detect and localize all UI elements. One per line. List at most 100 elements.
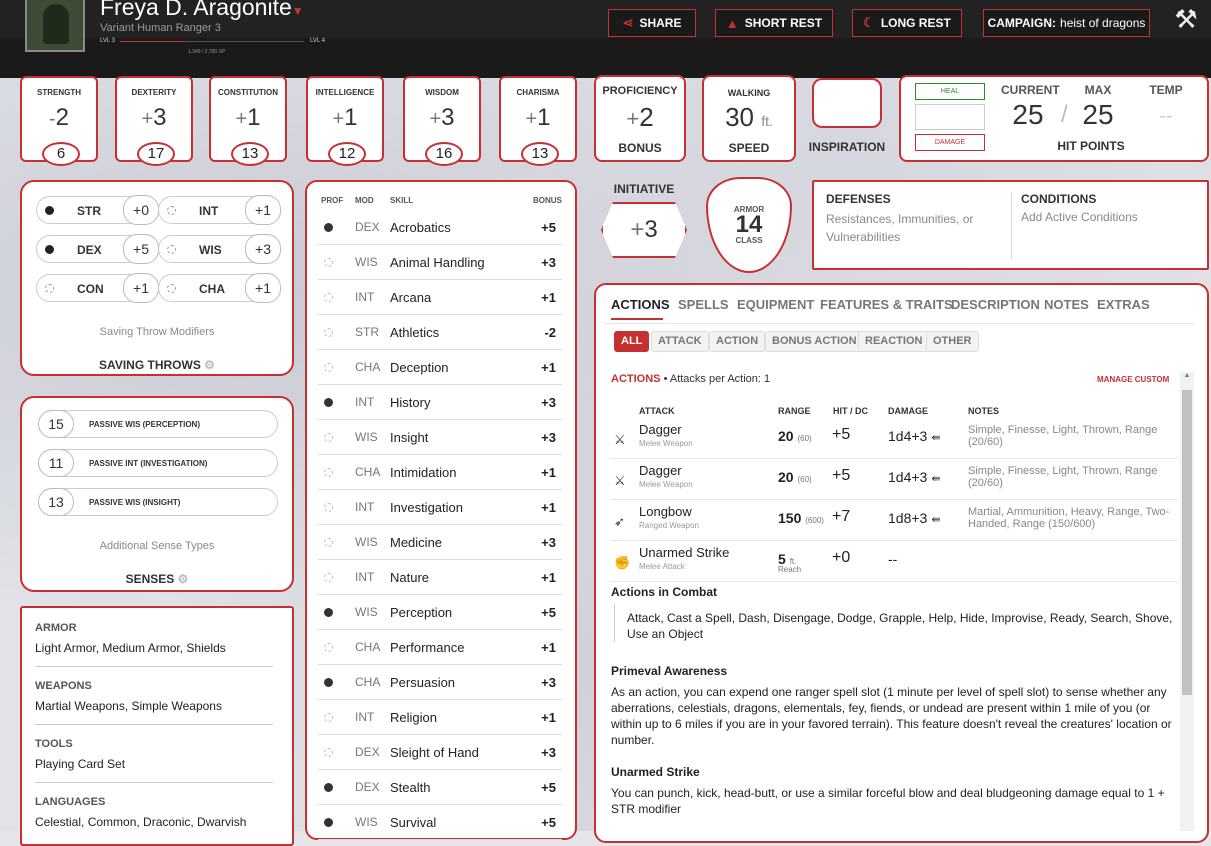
passive-sense[interactable]: 13 PASSIVE WIS (INSIGHT) [38,488,278,516]
ability-intelligence[interactable]: INTELLIGENCE +1 12 [306,76,384,166]
attack-row[interactable]: ✊ Unarmed Strike Melee Attack 5 ft. Reach +0 -… [610,541,1178,582]
attack-row[interactable]: ➶ Longbow Ranged Weapon 150 (600) +7 1d8+3 ⇚ Ma… [610,500,1178,541]
ability-wisdom[interactable]: WISDOM +3 16 [403,76,481,166]
filter-reaction[interactable]: REACTION [858,331,930,352]
skill-row-persuasion[interactable]: CHA Persuasion +3 [318,665,562,700]
skill-row-survival[interactable]: WIS Survival +5 [318,805,562,840]
inspiration-toggle[interactable] [812,78,882,128]
ability-score[interactable]: 13 [521,142,559,166]
character-name[interactable]: Freya D. Aragonite▼ [100,0,304,21]
skill-row-perception[interactable]: WIS Perception +5 [318,595,562,630]
gear-icon[interactable]: ⚙ [204,358,215,372]
tab-notes[interactable]: NOTES [1044,297,1089,312]
gear-icon[interactable]: ⚙ [178,572,189,586]
damage-button[interactable]: DAMAGE [915,134,985,151]
hp-current[interactable]: 25 [1001,99,1055,131]
saving-throw-wis[interactable]: WIS +3 [158,234,281,264]
initiative-box[interactable]: +3 [601,202,687,258]
ability-score[interactable]: 12 [328,142,366,166]
ability-score[interactable]: 16 [425,142,463,166]
tab-description[interactable]: DESCRIPTION [951,297,1040,312]
skill-row-intimidation[interactable]: CHA Intimidation +1 [318,455,562,490]
skill-row-performance[interactable]: CHA Performance +1 [318,630,562,665]
manage-custom-link[interactable]: MANAGE CUSTOM [1097,375,1169,384]
ability-strength[interactable]: STRENGTH -2 6 [20,76,98,166]
attack-hit-button[interactable]: +5 [832,467,850,485]
campaign-button[interactable]: CAMPAIGN: heist of dragons [983,9,1150,37]
senses-title[interactable]: SENSES ⚙ [22,572,292,586]
long-rest-button[interactable]: ☾ LONG REST [852,9,962,37]
skill-row-medicine[interactable]: WIS Medicine +3 [318,525,562,560]
skill-name: History [390,395,431,410]
skill-row-stealth[interactable]: DEX Stealth +5 [318,770,562,805]
heal-button[interactable]: HEAL [915,83,985,100]
proficiency-dot [324,818,333,827]
ability-score[interactable]: 17 [137,142,175,166]
actions-scrollbar[interactable]: ▲ [1180,372,1194,831]
chevron-down-icon[interactable]: ▼ [292,4,304,18]
ability-score[interactable]: 13 [231,142,269,166]
skill-row-investigation[interactable]: INT Investigation +1 [318,490,562,525]
attack-damage[interactable]: 1d4+3 ⇚ [888,428,941,444]
filter-bonus-action[interactable]: BONUS ACTION [765,331,864,352]
skill-row-deception[interactable]: CHA Deception +1 [318,350,562,385]
attack-damage[interactable]: 1d4+3 ⇚ [888,469,941,485]
ability-modifier: +1 [332,104,358,131]
filter-action[interactable]: ACTION [709,331,766,352]
skill-row-arcana[interactable]: INT Arcana +1 [318,280,562,315]
saving-throws-title[interactable]: SAVING THROWS ⚙ [22,358,292,372]
attack-damage[interactable]: 1d8+3 ⇚ [888,510,941,526]
attack-row[interactable]: ⚔ Dagger Melee Weapon 20 (60) +5 1d4+3 ⇚ Simple… [610,418,1178,459]
ability-dexterity[interactable]: DEXTERITY +3 17 [115,76,193,166]
share-button[interactable]: ⋖ SHARE [608,9,696,37]
passive-sense[interactable]: 11 PASSIVE INT (INVESTIGATION) [38,449,278,477]
scrollbar-thumb[interactable] [1182,390,1192,695]
saving-throw-str[interactable]: STR +0 [36,195,159,225]
short-rest-button[interactable]: ▲ SHORT REST [715,9,833,37]
ability-score[interactable]: 6 [42,142,80,166]
proficiency-bonus: PROFICIENCY +2 BONUS [594,75,686,162]
passive-sense[interactable]: 15 PASSIVE WIS (PERCEPTION) [38,410,278,438]
attack-name[interactable]: Longbow [639,504,692,519]
attack-name[interactable]: Dagger [639,463,682,478]
tab-features-traits[interactable]: FEATURES & TRAITS [820,297,953,312]
hp-temp[interactable]: -- [1141,105,1191,128]
ability-constitution[interactable]: CONSTITUTION +1 13 [209,76,287,166]
saving-throw-con[interactable]: CON +1 [36,273,159,303]
attack-row[interactable]: ⚔ Dagger Melee Weapon 20 (60) +5 1d4+3 ⇚ Simple… [610,459,1178,500]
hp-amount-input[interactable] [915,104,985,130]
tab-spells[interactable]: SPELLS [678,297,729,312]
saving-throw-cha[interactable]: CHA +1 [158,273,281,303]
attack-hit-button[interactable]: +0 [832,549,850,567]
attack-name[interactable]: Dagger [639,422,682,437]
attack-name[interactable]: Unarmed Strike [639,545,729,560]
actions-in-combat-text[interactable]: Attack, Cast a Spell, Dash, Disengage, D… [627,610,1173,642]
skill-row-insight[interactable]: WIS Insight +3 [318,420,562,455]
tab-actions[interactable]: ACTIONS [611,297,670,312]
attack-damage[interactable]: -- [888,551,897,567]
avatar[interactable] [25,0,85,52]
skill-row-acrobatics[interactable]: DEX Acrobatics +5 [318,210,562,245]
saving-throw-dex[interactable]: DEX +5 [36,234,159,264]
conditions-text[interactable]: Add Active Conditions [1021,210,1138,224]
attack-hit-button[interactable]: +7 [832,508,850,526]
skill-row-history[interactable]: INT History +3 [318,385,562,420]
skill-row-animal-handling[interactable]: WIS Animal Handling +3 [318,245,562,280]
defenses-text[interactable]: Resistances, Immunities, or Vulnerabilit… [826,210,996,246]
anvil-icon[interactable]: ⚒ [1168,4,1204,36]
skill-row-religion[interactable]: INT Religion +1 [318,700,562,735]
campfire-icon: ▲ [725,15,739,31]
skill-row-nature[interactable]: INT Nature +1 [318,560,562,595]
saving-throw-name: STR [77,204,101,218]
filter-attack[interactable]: ATTACK [651,331,709,352]
ability-charisma[interactable]: CHARISMA +1 13 [499,76,577,166]
skill-row-athletics[interactable]: STR Athletics -2 [318,315,562,350]
tab-equipment[interactable]: EQUIPMENT [737,297,814,312]
skill-row-sleight-of-hand[interactable]: DEX Sleight of Hand +3 [318,735,562,770]
filter-other[interactable]: OTHER [926,331,979,352]
saving-throw-int[interactable]: INT +1 [158,195,281,225]
skills-header-skill: SKILL [390,196,414,205]
attack-hit-button[interactable]: +5 [832,426,850,444]
filter-all[interactable]: ALL [614,331,650,352]
tab-extras[interactable]: EXTRAS [1097,297,1150,312]
